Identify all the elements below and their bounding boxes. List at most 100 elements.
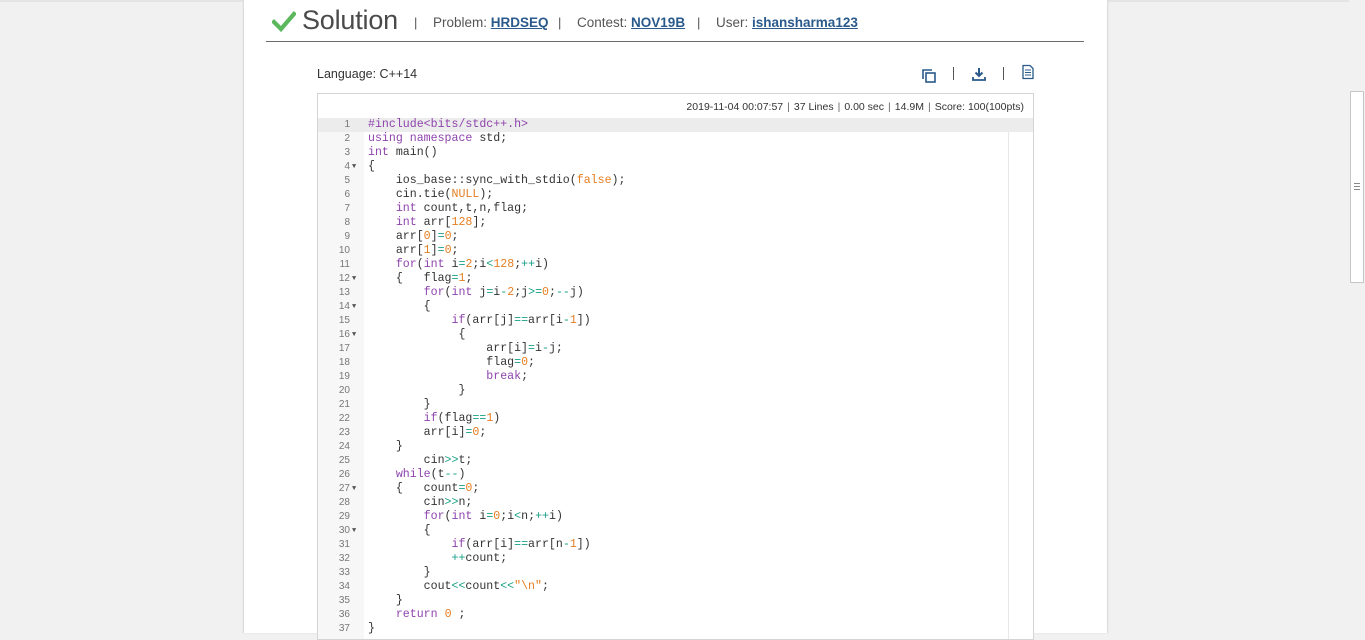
code-line[interactable]: 14 ▼ { bbox=[318, 300, 1033, 314]
line-number: 28 bbox=[338, 497, 350, 508]
line-number: 9 bbox=[344, 231, 350, 242]
line-number: 5 bbox=[344, 175, 350, 186]
contest-meta: Contest: NOV19B bbox=[577, 15, 685, 30]
line-number: 19 bbox=[338, 371, 350, 382]
code-viewer[interactable]: 2019-11-04 00:07:57 | 37 Lines | 0.00 sec | 14… bbox=[317, 93, 1034, 640]
run-time: 0.00 sec bbox=[844, 101, 885, 113]
code-line[interactable]: 5 ios_base::sync_with_stdio(false); bbox=[318, 174, 1033, 188]
solution-page: Solution | Problem: HRDSEQ | Contest: NO… bbox=[243, 0, 1108, 640]
code-line[interactable]: 15 if(arr[j]==arr[i-1]) bbox=[318, 314, 1033, 328]
code-line[interactable]: 18 flag=0; bbox=[318, 356, 1033, 370]
code-line[interactable]: 4 ▼ { bbox=[318, 160, 1033, 174]
problem-link[interactable]: HRDSEQ bbox=[491, 15, 549, 30]
code-line[interactable]: 26 while(t--) bbox=[318, 468, 1033, 482]
code-line[interactable]: 24 } bbox=[318, 440, 1033, 454]
code-line[interactable]: 22 if(flag==1) bbox=[318, 412, 1033, 426]
submission-stats: 2019-11-04 00:07:57 | 37 Lines | 0.00 sec | 14… bbox=[686, 101, 1024, 113]
line-number: 29 bbox=[338, 511, 350, 522]
download-icon[interactable] bbox=[971, 66, 987, 82]
code-line[interactable]: 23 arr[i]=0; bbox=[318, 426, 1033, 440]
code-text: } bbox=[368, 622, 375, 635]
code-line[interactable]: 34 cout<<count<<"\n"; bbox=[318, 580, 1033, 594]
code-line[interactable]: 9 arr[0]=0; bbox=[318, 230, 1033, 244]
code-text: arr[i]=0; bbox=[368, 426, 487, 439]
code-line[interactable]: 12 ▼ { flag=1; bbox=[318, 272, 1033, 286]
code-line[interactable]: 6 cin.tie(NULL); bbox=[318, 188, 1033, 202]
submission-timestamp: 2019-11-04 00:07:57 bbox=[686, 101, 784, 113]
score: Score: 100(100pts) bbox=[934, 101, 1024, 113]
code-text: flag=0; bbox=[368, 356, 536, 369]
code-line[interactable]: 19 break; bbox=[318, 370, 1033, 384]
problem-meta: Problem: HRDSEQ bbox=[433, 15, 549, 30]
copy-icon[interactable] bbox=[921, 68, 937, 84]
document-icon[interactable] bbox=[1020, 64, 1036, 80]
line-number: 7 bbox=[344, 203, 350, 214]
code-text: arr[i]=i-j; bbox=[368, 342, 563, 355]
code-text: } bbox=[368, 566, 431, 579]
code-line[interactable]: 17 arr[i]=i-j; bbox=[318, 342, 1033, 356]
code-text: int main() bbox=[368, 146, 438, 159]
line-number: 25 bbox=[338, 455, 350, 466]
line-number: 33 bbox=[338, 567, 350, 578]
line-number: 20 bbox=[338, 385, 350, 396]
code-text: for(int i=0;i<n;++i) bbox=[423, 510, 563, 523]
code-line[interactable]: 21 } bbox=[318, 398, 1033, 412]
contest-label: Contest: bbox=[577, 15, 628, 30]
contest-link[interactable]: NOV19B bbox=[631, 15, 685, 30]
code-line[interactable]: 30 ▼ { bbox=[318, 524, 1033, 538]
line-number: 14 bbox=[338, 301, 350, 312]
code-line[interactable]: 32 ++count; bbox=[318, 552, 1033, 566]
code-line[interactable]: 8 int arr[128]; bbox=[318, 216, 1033, 230]
code-line[interactable]: 35 } bbox=[318, 594, 1033, 608]
line-number: 15 bbox=[338, 315, 350, 326]
line-number: 1 bbox=[344, 119, 350, 130]
line-number: 32 bbox=[338, 553, 350, 564]
code-text: for(int j=i-2;j>=0;--j) bbox=[423, 286, 584, 299]
scrollbar-grip bbox=[1354, 183, 1360, 184]
code-line[interactable]: 1 #include<bits/stdc++.h> bbox=[318, 118, 1033, 132]
code-line[interactable]: 27 ▼ { count=0; bbox=[318, 482, 1033, 496]
line-number: 3 bbox=[344, 147, 350, 158]
code-text: { bbox=[368, 160, 375, 173]
code-line[interactable]: 3 int main() bbox=[318, 146, 1033, 160]
scrollbar-thumb[interactable] bbox=[1350, 91, 1364, 283]
user-link[interactable]: ishansharma123 bbox=[752, 15, 858, 30]
memory-usage: 14.9M bbox=[894, 101, 924, 113]
line-number: 22 bbox=[338, 413, 350, 424]
code-line[interactable]: 16 ▼ { bbox=[318, 328, 1033, 342]
line-number: 16 bbox=[338, 329, 350, 340]
code-text: if(arr[j]==arr[i-1]) bbox=[451, 314, 591, 327]
code-line[interactable]: 25 cin>>t; bbox=[318, 454, 1033, 468]
code-line[interactable]: 36 return 0 ; bbox=[318, 608, 1033, 622]
code-line[interactable]: 28 cin>>n; bbox=[318, 496, 1033, 510]
code-line[interactable]: 13 for(int j=i-2;j>=0;--j) bbox=[318, 286, 1033, 300]
code-line[interactable]: 33 } bbox=[318, 566, 1033, 580]
fold-toggle-icon[interactable]: ▼ bbox=[352, 524, 356, 538]
code-line[interactable]: 7 int count,t,n,flag; bbox=[318, 202, 1033, 216]
page-title: Solution bbox=[302, 5, 398, 35]
fold-toggle-icon[interactable]: ▼ bbox=[352, 160, 356, 174]
fold-toggle-icon[interactable]: ▼ bbox=[352, 482, 356, 496]
code-line[interactable]: 37} bbox=[318, 622, 1033, 636]
code-line[interactable]: 20 } bbox=[318, 384, 1033, 398]
line-number: 13 bbox=[338, 287, 350, 298]
line-number: 4 bbox=[344, 161, 350, 172]
scrollbar[interactable] bbox=[1349, 0, 1365, 633]
code-text: { bbox=[368, 524, 431, 537]
line-number: 31 bbox=[338, 539, 350, 550]
code-line[interactable]: 2 using namespace std; bbox=[318, 132, 1033, 146]
fold-toggle-icon[interactable]: ▼ bbox=[352, 272, 356, 286]
line-number: 21 bbox=[338, 399, 350, 410]
code-line[interactable]: 29 for(int i=0;i<n;++i) bbox=[318, 510, 1033, 524]
code-text: if(flag==1) bbox=[423, 412, 501, 425]
code-text: arr[1]=0; bbox=[368, 244, 459, 257]
code-line[interactable]: 10 arr[1]=0; bbox=[318, 244, 1033, 258]
fold-toggle-icon[interactable]: ▼ bbox=[352, 300, 356, 314]
line-number: 37 bbox=[338, 623, 350, 634]
fold-toggle-icon[interactable]: ▼ bbox=[352, 328, 356, 342]
code-text: cin>>t; bbox=[368, 454, 473, 467]
code-line[interactable]: 31 if(arr[i]==arr[n-1]) bbox=[318, 538, 1033, 552]
code-text: { count=0; bbox=[368, 482, 480, 495]
line-count: 37 Lines bbox=[793, 101, 834, 113]
code-line[interactable]: 11 for(int i=2;i<128;++i) bbox=[318, 258, 1033, 272]
